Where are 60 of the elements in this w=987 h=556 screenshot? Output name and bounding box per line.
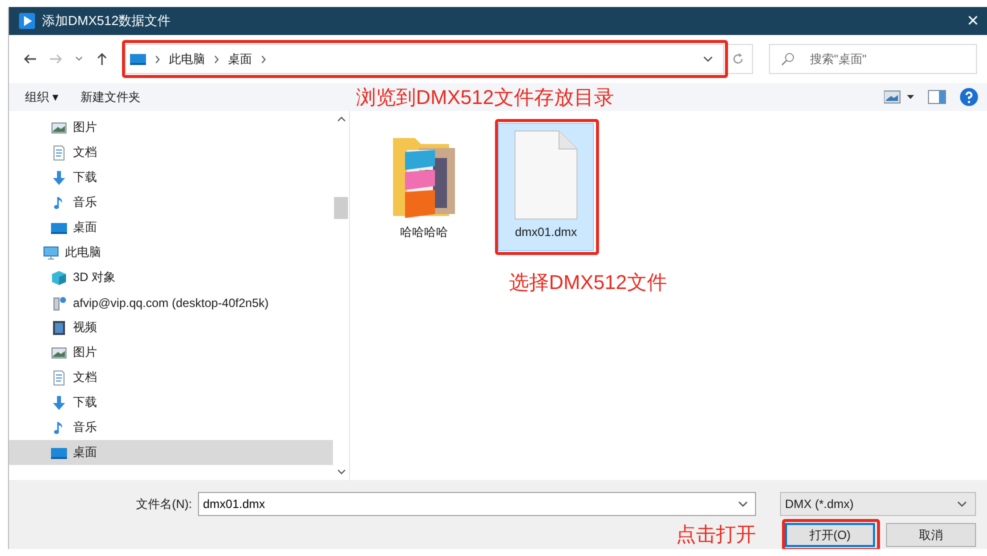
desktop-icon xyxy=(130,51,146,67)
app-play-icon xyxy=(19,13,35,29)
annotation-text: 选择DMX512文件 xyxy=(509,271,667,296)
file-type-dropdown[interactable]: DMX (*.dmx) xyxy=(780,492,976,516)
network-drive-icon xyxy=(51,294,67,310)
window-title: 添加DMX512数据文件 xyxy=(42,12,171,30)
filename-label: 文件名(N): xyxy=(136,496,192,512)
address-bar[interactable]: 此电脑 桌面 xyxy=(125,44,723,74)
cube-icon xyxy=(51,270,67,286)
refresh-button[interactable] xyxy=(723,44,753,74)
organize-menu-button[interactable]: 组织 ▾ xyxy=(21,86,62,108)
dropdown-caret-icon[interactable] xyxy=(738,500,748,508)
sidebar-item[interactable]: 桌面 xyxy=(9,440,333,465)
sidebar-item[interactable]: 音乐 xyxy=(9,190,333,215)
picture-icon xyxy=(51,120,67,136)
document-icon xyxy=(51,370,67,386)
sidebar-item[interactable]: 3D 对象 xyxy=(9,265,333,290)
file-item[interactable]: dmx01.dmx xyxy=(498,123,594,251)
dropdown-caret-icon[interactable] xyxy=(703,55,713,63)
breadcrumb-item[interactable]: 桌面 xyxy=(228,50,252,68)
sidebar-item[interactable]: 下载 xyxy=(9,165,333,190)
annotation-text: 浏览到DMX512文件存放目录 xyxy=(356,86,614,111)
down-arrow-icon xyxy=(51,170,67,186)
open-button[interactable]: 打开(O) xyxy=(785,523,875,547)
film-icon xyxy=(51,320,67,336)
chevron-icon xyxy=(213,54,220,64)
back-arrow-icon[interactable] xyxy=(23,52,37,66)
document-icon xyxy=(51,144,67,160)
breadcrumb-item[interactable]: 此电脑 xyxy=(169,50,205,68)
chevron-icon[interactable] xyxy=(260,54,267,64)
help-icon[interactable] xyxy=(960,88,978,106)
file-item[interactable]: 哈哈哈哈 xyxy=(376,123,472,251)
scroll-thumb[interactable] xyxy=(334,197,348,219)
chevron-icon xyxy=(154,54,161,64)
search-field[interactable]: 搜索"桌面" xyxy=(769,44,977,74)
sidebar-item[interactable]: 视频 xyxy=(9,315,333,340)
up-arrow-icon[interactable] xyxy=(95,52,109,66)
close-button[interactable]: × xyxy=(958,7,987,35)
cancel-button[interactable]: 取消 xyxy=(886,523,976,547)
search-icon xyxy=(781,52,795,66)
recent-caret-icon[interactable] xyxy=(75,55,83,63)
sidebar-item[interactable]: 文档 xyxy=(9,365,333,390)
refresh-icon xyxy=(732,53,744,65)
sidebar-item[interactable]: 音乐 xyxy=(9,415,333,440)
down-arrow-icon xyxy=(51,394,67,410)
annotation-text: 点击打开 xyxy=(676,523,756,548)
picture-icon xyxy=(51,344,67,360)
sidebar-item[interactable]: 下载 xyxy=(9,390,333,415)
view-options-icon[interactable] xyxy=(884,90,914,104)
new-folder-button[interactable]: 新建文件夹 xyxy=(76,86,144,108)
filename-field[interactable]: dmx01.dmx xyxy=(198,492,756,516)
sidebar-item[interactable]: 图片 xyxy=(9,115,333,140)
preview-pane-icon[interactable] xyxy=(928,90,946,104)
sidebar-item[interactable]: 图片 xyxy=(9,340,333,365)
sidebar-item[interactable]: 此电脑 xyxy=(9,240,333,265)
sidebar-item[interactable]: afvip@vip.qq.com (desktop-40f2n5k) xyxy=(9,290,333,315)
sidebar-item[interactable]: 桌面 xyxy=(9,215,333,240)
dropdown-caret-icon[interactable] xyxy=(957,500,967,508)
sidebar-item[interactable]: 文档 xyxy=(9,140,333,165)
computer-icon xyxy=(43,244,59,260)
